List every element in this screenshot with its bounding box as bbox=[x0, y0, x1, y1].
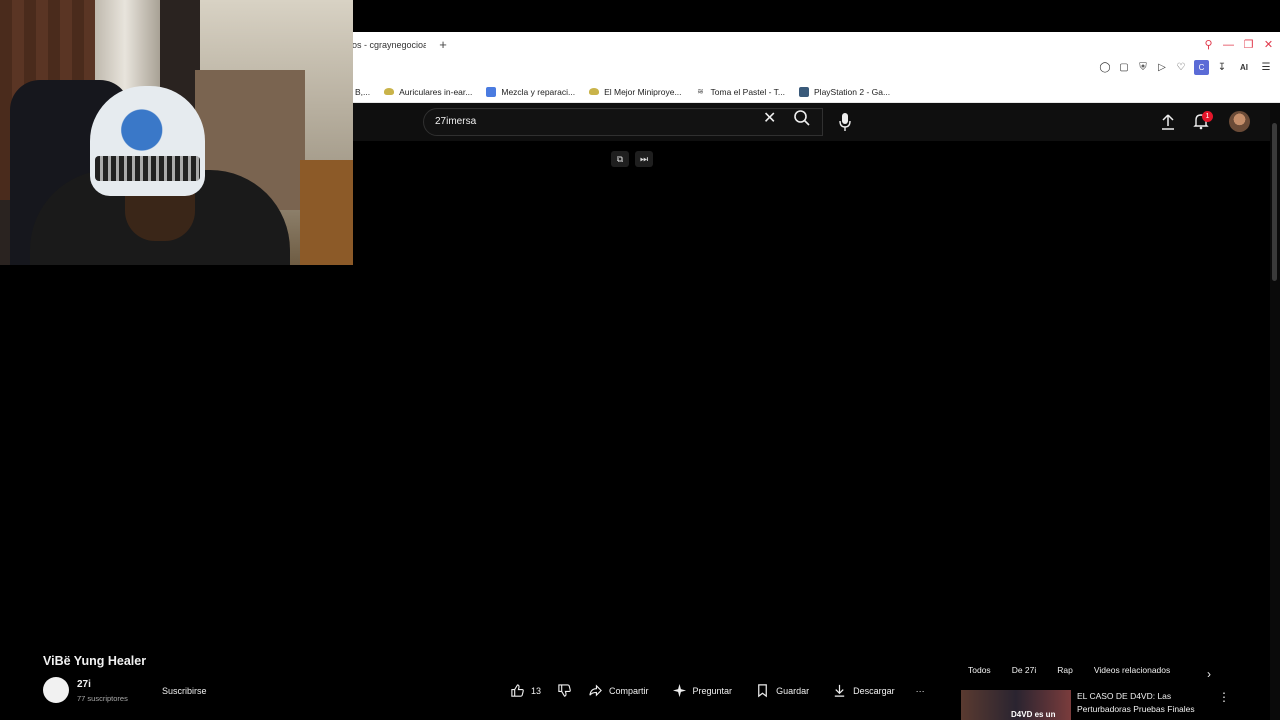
webcam-person-cap bbox=[90, 86, 205, 196]
browser-tab[interactable]: os - cgraynegocioa bbox=[352, 40, 426, 50]
dislike-button[interactable] bbox=[557, 683, 572, 698]
close-icon[interactable]: ✕ bbox=[1263, 38, 1274, 51]
bookmark-item[interactable]: ≋ Toma el Pastel - T... bbox=[696, 87, 785, 97]
share-label: Compartir bbox=[609, 685, 649, 696]
bookmark-item[interactable]: PlayStation 2 - Ga... bbox=[799, 86, 891, 97]
minimize-icon[interactable]: — bbox=[1223, 39, 1234, 51]
chip-rap[interactable]: Rap bbox=[1057, 665, 1073, 675]
bookmark-label: Toma el Pastel - T... bbox=[710, 86, 786, 97]
subscriber-count: 77 suscriptores bbox=[77, 694, 128, 703]
shield-icon[interactable]: ⛨ bbox=[1137, 62, 1149, 74]
search-value: 27imersa bbox=[435, 116, 477, 127]
video-title: ViBë Yung Healer bbox=[43, 654, 147, 668]
screenshot-icon[interactable]: ▢ bbox=[1118, 62, 1130, 74]
screen: os - cgraynegocioa + ⚲ — ❐ ✕ ◯ ▢ ⛨ ▷ ♡ C… bbox=[0, 0, 1280, 720]
burger-icon bbox=[589, 88, 600, 95]
video-actions: 13 Compartir Preguntar Guardar Descargar… bbox=[510, 683, 925, 698]
chip-todos[interactable]: Todos bbox=[968, 665, 991, 675]
save-button[interactable]: Guardar bbox=[755, 683, 809, 698]
bookmark-label: B,... bbox=[355, 86, 371, 97]
pin-icon[interactable]: ◯ bbox=[1099, 62, 1111, 74]
bookmark-label: Mezcla y reparaci... bbox=[501, 86, 576, 97]
ps-icon bbox=[799, 86, 810, 97]
chevron-right-icon[interactable]: › bbox=[1207, 667, 1211, 681]
bookmark-item[interactable]: B,... bbox=[355, 87, 370, 97]
thumbs-down-icon bbox=[558, 684, 571, 697]
related-chips: Todos De 27i Rap Videos relacionados bbox=[968, 665, 1170, 675]
like-count: 13 bbox=[531, 685, 542, 696]
microphone-icon[interactable] bbox=[838, 112, 852, 132]
chip-related[interactable]: Videos relacionados bbox=[1094, 665, 1170, 675]
extension-icons: ◯ ▢ ⛨ ▷ ♡ C ↧ AI ☰ bbox=[1099, 60, 1272, 75]
doc-icon bbox=[486, 86, 497, 97]
ai-icon[interactable]: AI bbox=[1235, 62, 1253, 74]
scrollbar-thumb[interactable] bbox=[1272, 123, 1277, 281]
clear-search-icon[interactable]: ✕ bbox=[763, 108, 776, 128]
player-overlay-controls: ⧉ ⏭ bbox=[611, 151, 653, 167]
search-tabs-icon[interactable]: ⚲ bbox=[1203, 38, 1214, 51]
bookmark-item[interactable]: Mezcla y reparaci... bbox=[486, 86, 576, 97]
share-button[interactable]: Compartir bbox=[588, 683, 649, 698]
search-icon[interactable] bbox=[792, 108, 812, 128]
eye-icon: ≋ bbox=[697, 86, 704, 96]
download-label: Descargar bbox=[853, 685, 895, 696]
bookmark-item[interactable]: Auriculares in-ear... bbox=[384, 87, 472, 97]
save-label: Guardar bbox=[776, 685, 810, 696]
bookmark-icon bbox=[758, 684, 767, 698]
restore-icon[interactable]: ❐ bbox=[1243, 38, 1254, 51]
kebab-menu-icon[interactable]: ⋮ bbox=[1218, 690, 1230, 704]
download-icon[interactable]: ↧ bbox=[1216, 62, 1228, 74]
scrollbar[interactable] bbox=[1270, 103, 1280, 720]
browser-toolbar: ◯ ▢ ⛨ ▷ ♡ C ↧ AI ☰ bbox=[352, 57, 1280, 81]
download-button[interactable]: Descargar bbox=[832, 683, 895, 698]
sparkle-icon bbox=[672, 683, 686, 698]
subscribe-button[interactable]: Suscribirse bbox=[162, 686, 207, 696]
browser-tab-bar: os - cgraynegocioa + ⚲ — ❐ ✕ bbox=[352, 32, 1280, 57]
window-controls: ⚲ — ❐ ✕ bbox=[1203, 32, 1274, 57]
thumbs-up-icon bbox=[511, 684, 524, 697]
channel-name[interactable]: 27i bbox=[77, 679, 91, 690]
heart-icon[interactable]: ♡ bbox=[1175, 62, 1187, 74]
channel-avatar[interactable] bbox=[43, 677, 69, 703]
share-icon bbox=[589, 684, 602, 697]
ask-button[interactable]: Preguntar bbox=[672, 683, 733, 698]
youtube-header: 27imersa ✕ 1 bbox=[352, 103, 1270, 141]
thumbnail-text: D4VD es un bbox=[1011, 710, 1056, 719]
bookmark-label: PlayStation 2 - Ga... bbox=[814, 86, 891, 97]
upload-icon[interactable] bbox=[1160, 113, 1176, 131]
more-icon: ··· bbox=[915, 685, 925, 696]
webcam-cabinet bbox=[300, 160, 353, 265]
ask-label: Preguntar bbox=[692, 685, 733, 696]
skip-next-icon[interactable]: ⏭ bbox=[635, 151, 653, 167]
bookmarks-bar: B,... Auriculares in-ear... Mezcla y rep… bbox=[352, 81, 1280, 103]
user-avatar[interactable] bbox=[1229, 111, 1250, 132]
new-tab-button[interactable]: + bbox=[436, 37, 450, 52]
like-button[interactable]: 13 bbox=[510, 683, 541, 698]
more-actions-button[interactable]: ··· bbox=[916, 686, 925, 696]
download-arrow-icon bbox=[834, 684, 845, 697]
related-video-title[interactable]: EL CASO DE D4VD: Las Perturbadoras Prueb… bbox=[1077, 690, 1215, 716]
webcam-overlay bbox=[0, 0, 353, 265]
miniplayer-icon[interactable]: ⧉ bbox=[611, 151, 629, 167]
extension-c-icon[interactable]: C bbox=[1194, 60, 1209, 75]
related-video-thumbnail[interactable]: D4VD es un bbox=[961, 690, 1071, 720]
play-icon[interactable]: ▷ bbox=[1156, 62, 1168, 74]
bookmark-label: El Mejor Miniproye... bbox=[604, 86, 682, 97]
notification-badge: 1 bbox=[1202, 111, 1213, 122]
burger-icon bbox=[384, 88, 395, 95]
chip-channel[interactable]: De 27i bbox=[1012, 665, 1037, 675]
bookmark-item[interactable]: El Mejor Miniproye... bbox=[589, 86, 682, 97]
menu-icon[interactable]: ☰ bbox=[1260, 62, 1272, 74]
bookmark-label: Auriculares in-ear... bbox=[399, 86, 473, 97]
